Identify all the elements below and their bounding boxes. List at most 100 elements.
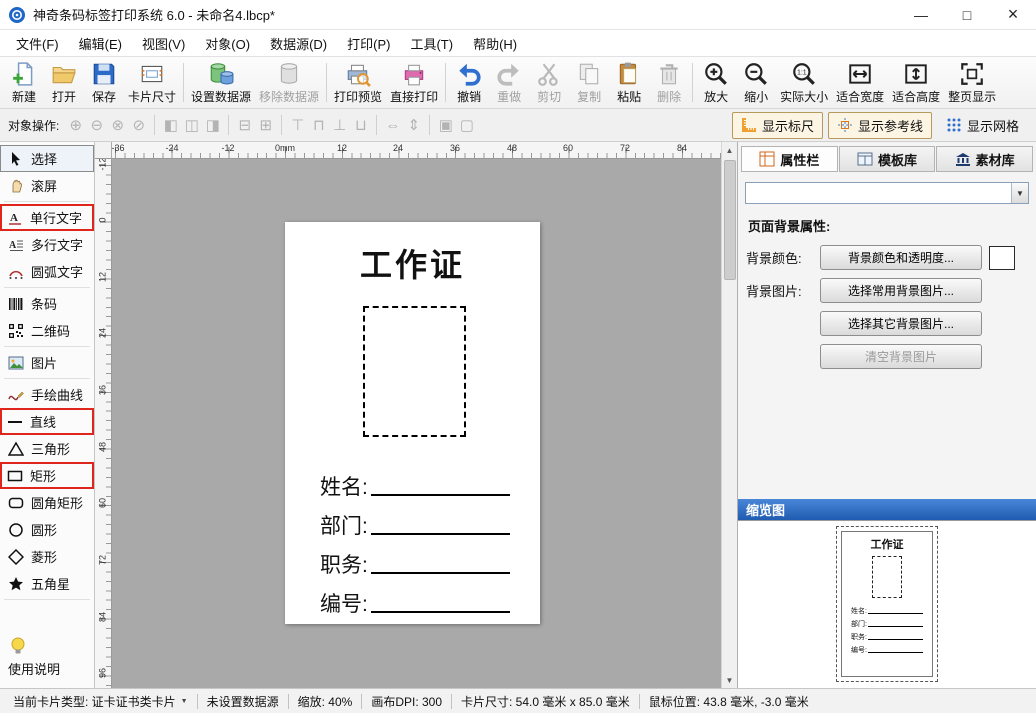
remove-datasource-button[interactable]: 移除数据源 <box>255 58 323 107</box>
equal-v-spacing-icon[interactable]: ⊞ <box>255 114 276 136</box>
label-card[interactable]: 工作证 姓名: 部门: 职务: 编号: <box>285 222 540 624</box>
same-height-icon[interactable]: ⇕ <box>403 114 424 136</box>
menu-print[interactable]: 打印(P) <box>337 30 400 57</box>
bg-image-common-button[interactable]: 选择常用背景图片... <box>820 278 982 303</box>
show-ruler-toggle[interactable]: 显示标尺 <box>732 112 823 139</box>
align-right-icon[interactable]: ◨ <box>202 114 223 136</box>
menu-tools[interactable]: 工具(T) <box>400 30 463 57</box>
clear-bg-image-button[interactable]: 清空背景图片 <box>820 344 982 369</box>
fit-height-button[interactable]: 适合高度 <box>888 58 944 107</box>
card-title[interactable]: 工作证 <box>285 240 540 286</box>
tab-templates[interactable]: 模板库 <box>839 146 936 172</box>
open-button[interactable]: 打开 <box>44 58 84 107</box>
direct-print-button[interactable]: 直接打印 <box>386 58 442 107</box>
photo-placeholder[interactable] <box>363 306 466 437</box>
actual-size-button[interactable]: 1:1 实际大小 <box>776 58 832 107</box>
minimize-button[interactable]: — <box>898 0 944 30</box>
tool-select[interactable]: 选择 <box>0 145 94 172</box>
bg-color-button[interactable]: 背景颜色和透明度... <box>820 245 982 270</box>
ungroup-icon[interactable]: ▢ <box>456 114 477 136</box>
tool-arc-text[interactable]: 圆弧文字 <box>0 258 94 285</box>
qrcode-icon <box>7 322 25 340</box>
combine-icon[interactable]: ⊕ <box>65 114 86 136</box>
tool-line[interactable]: 直线 <box>0 408 94 435</box>
tool-rect[interactable]: 矩形 <box>0 462 94 489</box>
card-field-row[interactable]: 姓名: <box>320 460 510 499</box>
menu-file[interactable]: 文件(F) <box>6 30 69 57</box>
tool-scroll[interactable]: 滚屏 <box>0 172 94 199</box>
properties-panel: 属性栏 模板库 素材库 ▼ 页面背景属性: 背景颜色: 背景颜色和透明度... … <box>737 142 1036 688</box>
tool-circle[interactable]: 圆形 <box>0 516 94 543</box>
help-button[interactable]: 使用说明 <box>0 630 94 688</box>
tab-assets[interactable]: 素材库 <box>936 146 1033 172</box>
scroll-up-icon[interactable]: ▲ <box>722 142 738 158</box>
chevron-down-icon[interactable]: ▼ <box>1011 183 1028 203</box>
save-button[interactable]: 保存 <box>84 58 124 107</box>
tool-rounded-rect[interactable]: 圆角矩形 <box>0 489 94 516</box>
print-preview-button[interactable]: 打印预览 <box>330 58 386 107</box>
cursor-icon <box>7 150 25 168</box>
paste-button[interactable]: 粘贴 <box>609 58 649 107</box>
tool-single-line-text[interactable]: A 单行文字 <box>0 204 94 231</box>
design-canvas[interactable]: 工作证 姓名: 部门: 职务: 编号: <box>112 159 721 688</box>
tool-qrcode[interactable]: 二维码 <box>0 317 94 344</box>
redo-button[interactable]: 重做 <box>489 58 529 107</box>
align-middle-icon[interactable]: ⊓ <box>308 114 329 136</box>
cut-button[interactable]: 剪切 <box>529 58 569 107</box>
fit-width-button[interactable]: 适合宽度 <box>832 58 888 107</box>
group-icon[interactable]: ▣ <box>435 114 456 136</box>
set-datasource-button[interactable]: 设置数据源 <box>187 58 255 107</box>
undo-button[interactable]: 撤销 <box>449 58 489 107</box>
tool-image[interactable]: 图片 <box>0 349 94 376</box>
tool-diamond[interactable]: 菱形 <box>0 543 94 570</box>
delete-button[interactable]: 删除 <box>649 58 689 107</box>
bg-image-other-button[interactable]: 选择其它背景图片... <box>820 311 982 336</box>
copy-button[interactable]: 复制 <box>569 58 609 107</box>
card-field-row[interactable]: 部门: <box>320 499 510 538</box>
curve-icon <box>7 386 25 404</box>
close-button[interactable]: × <box>990 0 1036 30</box>
bg-color-swatch[interactable] <box>989 246 1015 270</box>
align-center-icon[interactable]: ◫ <box>181 114 202 136</box>
new-button[interactable]: 新建 <box>4 58 44 107</box>
chevron-down-icon[interactable]: ▼ <box>181 698 188 705</box>
tool-triangle[interactable]: 三角形 <box>0 435 94 462</box>
tool-star[interactable]: 五角星 <box>0 570 94 597</box>
exclude-icon[interactable]: ⊘ <box>128 114 149 136</box>
intersect-icon[interactable]: ⊗ <box>107 114 128 136</box>
vertical-scrollbar[interactable]: ▲ ▼ <box>721 142 737 688</box>
menu-datasource[interactable]: 数据源(D) <box>260 30 337 57</box>
circle-icon <box>7 521 25 539</box>
object-selector-dropdown[interactable]: ▼ <box>745 182 1029 204</box>
full-page-button[interactable]: 整页显示 <box>944 58 1000 107</box>
distribute-icon[interactable]: ⊔ <box>350 114 371 136</box>
align-top-icon[interactable]: ⊤ <box>287 114 308 136</box>
scroll-thumb[interactable] <box>724 160 736 280</box>
menu-help[interactable]: 帮助(H) <box>463 30 527 57</box>
maximize-button[interactable]: □ <box>944 0 990 30</box>
tab-properties[interactable]: 属性栏 <box>741 146 838 172</box>
datasource-status: 未设置数据源 <box>198 693 288 710</box>
show-guides-toggle[interactable]: 显示参考线 <box>828 112 932 139</box>
card-size-button[interactable]: 卡片尺寸 <box>124 58 180 107</box>
properties-icon <box>759 151 775 167</box>
menu-object[interactable]: 对象(O) <box>195 30 260 57</box>
card-field-row[interactable]: 职务: <box>320 538 510 577</box>
align-left-icon[interactable]: ◧ <box>160 114 181 136</box>
tool-multi-line-text[interactable]: A 多行文字 <box>0 231 94 258</box>
scroll-down-icon[interactable]: ▼ <box>722 672 738 688</box>
zoom-in-button[interactable]: 放大 <box>696 58 736 107</box>
equal-h-spacing-icon[interactable]: ⊟ <box>234 114 255 136</box>
zoom-out-button[interactable]: 缩小 <box>736 58 776 107</box>
tool-barcode[interactable]: 条码 <box>0 290 94 317</box>
card-field-row[interactable]: 编号: <box>320 577 510 616</box>
menu-edit[interactable]: 编辑(E) <box>69 30 132 57</box>
print-preview-icon <box>345 61 371 87</box>
same-width-icon[interactable]: ⇔ <box>382 114 403 136</box>
show-grid-toggle[interactable]: 显示网格 <box>937 112 1028 139</box>
card-type-status[interactable]: 当前卡片类型: 证卡证书类卡片 ▼ <box>4 693 197 710</box>
menu-view[interactable]: 视图(V) <box>132 30 195 57</box>
align-bottom-icon[interactable]: ⊥ <box>329 114 350 136</box>
subtract-icon[interactable]: ⊖ <box>86 114 107 136</box>
tool-curve[interactable]: 手绘曲线 <box>0 381 94 408</box>
